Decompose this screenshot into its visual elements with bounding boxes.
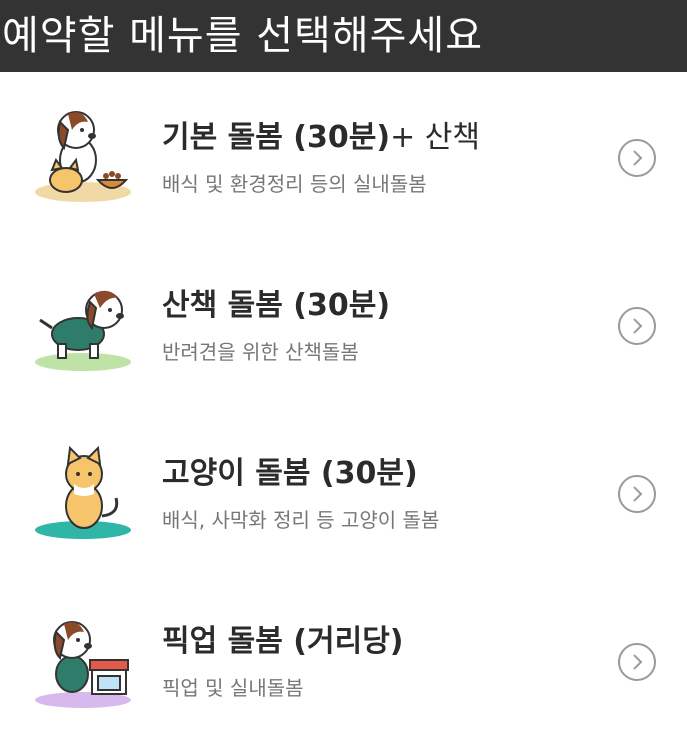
walking-dog-icon xyxy=(28,268,138,378)
menu-item-title-main: 고양이 돌봄 (30분) xyxy=(162,456,418,491)
menu-item-title-main: 기본 돌봄 (30분) xyxy=(162,120,391,155)
cat-icon xyxy=(28,436,138,546)
menu-item-basic-care[interactable]: 기본 돌봄 (30분)+ 산책 배식 및 환경정리 등의 실내돌봄 xyxy=(0,72,687,240)
chevron-right-icon[interactable] xyxy=(618,475,656,513)
dog-pickup-icon xyxy=(28,604,138,714)
chevron-right-icon[interactable] xyxy=(618,139,656,177)
menu-item-title: 픽업 돌봄 (거리당) xyxy=(162,616,404,660)
page-title: 예약할 메뉴를 선택해주세요 xyxy=(0,0,687,72)
menu-item-walk-care[interactable]: 산책 돌봄 (30분) 반려견을 위한 산책돌봄 xyxy=(0,240,687,408)
menu-item-subtitle: 픽업 및 실내돌봄 xyxy=(162,676,304,700)
menu-item-title: 기본 돌봄 (30분)+ 산책 xyxy=(162,112,480,156)
menu-item-subtitle: 배식, 사막화 정리 등 고양이 돌봄 xyxy=(162,508,440,532)
menu-item-title: 고양이 돌봄 (30분) xyxy=(162,448,418,492)
menu-item-title-main: 픽업 돌봄 (거리당) xyxy=(162,624,404,659)
menu-item-subtitle: 배식 및 환경정리 등의 실내돌봄 xyxy=(162,172,427,196)
menu-item-subtitle: 반려견을 위한 산책돌봄 xyxy=(162,340,359,364)
menu-item-cat-care[interactable]: 고양이 돌봄 (30분) 배식, 사막화 정리 등 고양이 돌봄 xyxy=(0,408,687,576)
menu-item-title: 산책 돌봄 (30분) xyxy=(162,280,390,324)
menu-item-pickup-care[interactable]: 픽업 돌봄 (거리당) 픽업 및 실내돌봄 xyxy=(0,576,687,744)
dog-and-cat-feeding-icon xyxy=(28,100,138,210)
chevron-right-icon[interactable] xyxy=(618,643,656,681)
menu-item-title-suffix: + 산책 xyxy=(390,120,480,155)
chevron-right-icon[interactable] xyxy=(618,307,656,345)
menu-item-title-main: 산책 돌봄 (30분) xyxy=(162,288,391,323)
